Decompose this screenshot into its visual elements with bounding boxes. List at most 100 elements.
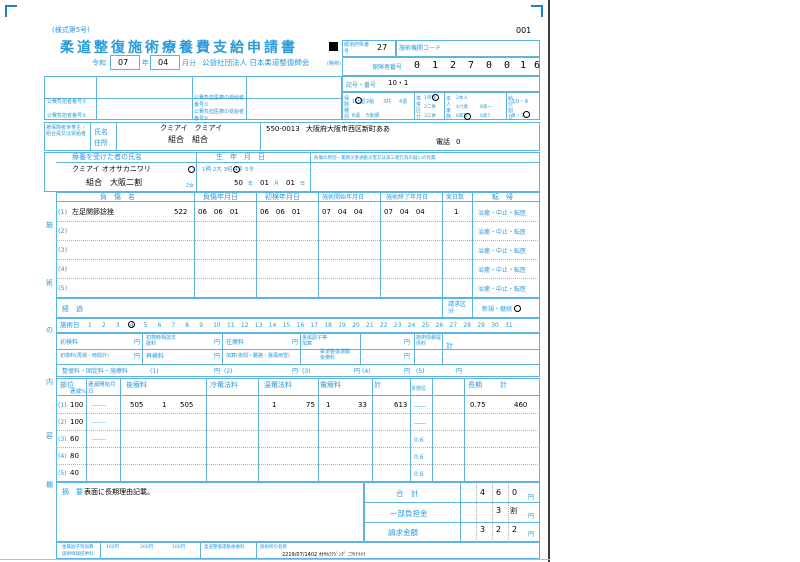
application-form: (様式第5号) 001 柔道整復施術療養費支給申請書 都道府県番号 27 施術機… bbox=[0, 0, 548, 562]
selected-marker bbox=[523, 111, 530, 118]
total-digit: 0 bbox=[512, 488, 518, 497]
rule bbox=[100, 542, 101, 559]
insurer-digit: 0 bbox=[485, 60, 493, 71]
claim-digit: 2 bbox=[512, 525, 518, 534]
detail-part: (5) bbox=[58, 470, 67, 477]
side-label: の bbox=[46, 326, 53, 334]
col-part: 部位 bbox=[60, 381, 74, 389]
day-number: 29 bbox=[477, 322, 485, 329]
rule bbox=[460, 482, 461, 542]
teihatsu-3: 3三併 bbox=[424, 114, 436, 119]
copay-label: 一部負担金 bbox=[390, 509, 428, 518]
fee-unit: 円 bbox=[354, 368, 361, 375]
total-digit: 4 bbox=[480, 488, 486, 497]
birth-day-unit: 日 bbox=[300, 181, 306, 187]
injury-row-number: (5) bbox=[58, 284, 68, 292]
selected-marker bbox=[514, 305, 521, 312]
row-divider bbox=[56, 240, 540, 241]
public-recipient-1-label: 公費負担医療の受給者番号① bbox=[194, 95, 245, 108]
insured-address-label: 住所 bbox=[94, 139, 108, 147]
fee-unit: 円 bbox=[134, 353, 141, 360]
selected-day-marker bbox=[127, 321, 135, 328]
col-tabui: 多部位 bbox=[411, 386, 427, 392]
black-marker bbox=[329, 42, 338, 51]
injury-outcome: 治癒・中止・転医 bbox=[478, 210, 527, 217]
total-digit: 6 bbox=[496, 488, 502, 497]
fee-sub: (4) bbox=[362, 368, 371, 375]
rule bbox=[256, 542, 257, 559]
day-number: 26 bbox=[435, 322, 444, 329]
yen-unit: 円 bbox=[528, 494, 535, 501]
injury-row-number: (2) bbox=[58, 227, 68, 235]
day-number: 24 bbox=[407, 322, 416, 329]
row-divider bbox=[56, 447, 540, 448]
family-opt-1: 2本人 bbox=[456, 96, 468, 101]
birth-year: 50 bbox=[234, 179, 243, 187]
public-recipient-2-label: 公費負担医療の受給者番号② bbox=[194, 109, 245, 122]
insured-name-label: 氏名 bbox=[94, 128, 108, 136]
selected-marker bbox=[432, 94, 439, 101]
side-label: 内 bbox=[46, 378, 53, 386]
day-number: 6 bbox=[157, 322, 162, 329]
col-koryo: 後療料 bbox=[126, 381, 147, 389]
day-number: 11 bbox=[227, 322, 235, 329]
injury-first-visit: 06 06 01 bbox=[260, 208, 301, 216]
fee-label: 加算(夜間・難路・暴風雨雪) bbox=[226, 353, 290, 359]
footer-label: 100円 bbox=[172, 545, 186, 550]
benefit-ratio-value: 10・9 bbox=[512, 99, 528, 105]
day-number: 22 bbox=[379, 322, 388, 329]
injury-name: 左足関節捻挫 bbox=[72, 208, 114, 216]
detail-subtotal: 613 bbox=[394, 401, 408, 409]
page-edge bbox=[548, 0, 550, 562]
selected-marker bbox=[464, 113, 471, 120]
detail-teigen: —— bbox=[92, 435, 106, 443]
rule bbox=[222, 333, 223, 364]
association-suffix: (略称) bbox=[327, 61, 341, 67]
fee-unit: 円 bbox=[456, 368, 463, 375]
claim-digit: 3 bbox=[480, 525, 486, 534]
insurance-type-label: 保険種別 bbox=[344, 96, 350, 120]
detail-rate: 80 bbox=[70, 452, 79, 460]
col-first-visit: 初検年月日 bbox=[265, 193, 300, 201]
injury-days: 1 bbox=[454, 208, 459, 216]
insurer-digit: 1 bbox=[431, 60, 439, 71]
detail-part: (3) bbox=[58, 436, 67, 443]
detail-koryo-count: 1 bbox=[162, 401, 167, 409]
selected-marker bbox=[355, 97, 362, 104]
fee-label: 整復料・固定料・施療料 bbox=[62, 368, 129, 375]
fee-unit: 円 bbox=[214, 353, 221, 360]
copay-unit: 割 bbox=[510, 507, 517, 515]
injury-outcome: 治癒・中止・転医 bbox=[478, 267, 527, 274]
footer-label: 施術所の名称 bbox=[260, 545, 287, 550]
day-number: 2 bbox=[101, 322, 106, 329]
rule bbox=[364, 522, 540, 523]
day-number: 15 bbox=[282, 322, 291, 329]
fee-unit: 円 bbox=[214, 368, 221, 375]
day-number: 5 bbox=[143, 322, 148, 329]
row-divider bbox=[56, 413, 540, 414]
fee-unit: 円 bbox=[404, 339, 411, 346]
day-number: 12 bbox=[240, 322, 249, 329]
day-number: 14 bbox=[268, 322, 277, 329]
day-number: 7 bbox=[171, 322, 176, 329]
detail-multi-part: 0.6 bbox=[414, 454, 424, 461]
detail-teigen: —— bbox=[92, 418, 106, 426]
fee-label: 往療料 bbox=[226, 339, 245, 346]
rule-dotted bbox=[508, 482, 509, 542]
crop-mark-top-left-v bbox=[5, 5, 7, 17]
side-label: 施 bbox=[46, 221, 53, 229]
rule bbox=[444, 92, 445, 120]
day-number: 23 bbox=[393, 322, 402, 329]
side-label: 術 bbox=[46, 279, 53, 287]
injury-row-number: (4) bbox=[58, 265, 68, 273]
patient-section-label: 療養を受けた者の氏名 bbox=[72, 153, 142, 161]
injury-code: 522 bbox=[174, 208, 188, 216]
rule bbox=[142, 333, 143, 364]
fee-label: 金属副子等加算 bbox=[302, 335, 328, 347]
insurer-digit: 7 bbox=[467, 60, 475, 71]
detail-koryo: 505 bbox=[130, 401, 144, 409]
col-onpo: 温罨法料 bbox=[264, 381, 292, 389]
prefecture-number-label: 都道府県番号 bbox=[344, 42, 370, 55]
kigo-label: 記号・番号 bbox=[346, 82, 377, 89]
rule bbox=[196, 152, 197, 192]
